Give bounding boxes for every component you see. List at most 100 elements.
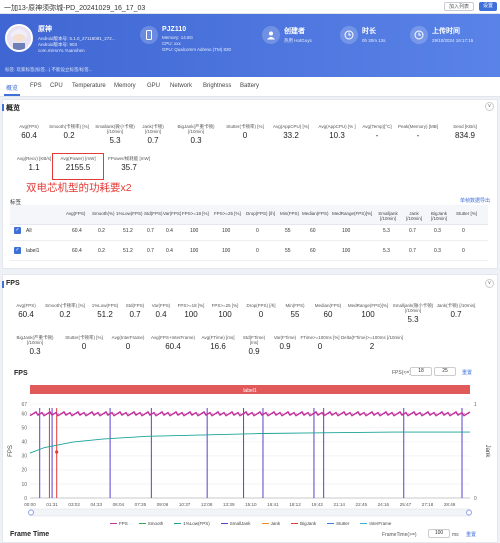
y2-tick-label: 0 bbox=[474, 496, 477, 502]
fps-stat: 1%Low(FPS) 51.2 bbox=[91, 303, 119, 319]
y-axis-label: FPS bbox=[8, 445, 14, 457]
cell: 0.7 bbox=[147, 228, 154, 234]
stat-smalljank: Smallank(微小卡顿) [/10min] 5.3 bbox=[95, 124, 135, 145]
x-tick-label: 15:10 bbox=[245, 502, 257, 507]
th-bigjank: BigJank [/10min] bbox=[430, 211, 447, 221]
settings-button[interactable]: 设置 bbox=[478, 2, 497, 11]
fps-stat: Smooth(卡顿率) [%] 0.2 bbox=[45, 303, 85, 319]
fps-stat: Var(FTime) 0.9 bbox=[273, 335, 297, 351]
th-smooth: Smooth(%) bbox=[92, 211, 115, 216]
chart-legend: FPS Smooth 1%Low(FPS) SmallJank Jank Big… bbox=[110, 520, 440, 527]
cell: 0.2 bbox=[98, 248, 105, 254]
range-handle-start[interactable] bbox=[28, 509, 34, 516]
frame-time-input[interactable]: 100 bbox=[428, 529, 450, 538]
annotation-box bbox=[52, 153, 104, 180]
fps-stat: Avg(FPS+InterFrame) 60.4 bbox=[150, 335, 196, 351]
fps-threshold-25[interactable]: 25 bbox=[434, 367, 456, 376]
cell: 0.7 bbox=[409, 248, 416, 254]
stat-bigjank: BigJank(严重卡顿) [/10min] 0.3 bbox=[177, 124, 215, 145]
fps-reset-link[interactable]: 重置 bbox=[462, 369, 472, 376]
fps-chart[interactable]: label1676050403020100FPS10Jank00:00 01:31… bbox=[0, 378, 500, 524]
fps-stat: FTime>=100ms [%] 0 bbox=[300, 335, 340, 351]
cell: 60.4 bbox=[72, 228, 82, 234]
table-row[interactable]: ✓ All 60.4 0.2 51.2 0.7 0.4 100 100 0 55… bbox=[10, 221, 488, 241]
legend-smalljank[interactable]: SmallJank bbox=[220, 520, 251, 527]
x-tick-label: 12:08 bbox=[201, 502, 213, 507]
table-row[interactable]: ✓ label1 60.4 0.2 51.2 0.7 0.4 100 100 0… bbox=[10, 241, 488, 261]
tab-battery[interactable]: Battery bbox=[240, 83, 259, 89]
tab-cpu[interactable]: CPU bbox=[50, 83, 63, 89]
cell: 0.3 bbox=[434, 228, 441, 234]
stat-smooth: Smooth(卡顿率) [%] 0.2 bbox=[49, 124, 89, 140]
x-tick-label: 27:18 bbox=[422, 502, 434, 507]
x-tick-label: 24:16 bbox=[378, 502, 390, 507]
x-tick-label: 07:35 bbox=[135, 502, 147, 507]
tab-memory[interactable]: Memory bbox=[114, 83, 136, 89]
range-handle-end[interactable] bbox=[466, 509, 472, 516]
legend-interframe[interactable]: InterFrame bbox=[360, 520, 391, 527]
tag-strip[interactable]: 标签: 玩家标签(标签...) 不能设立标签/标签... bbox=[5, 67, 93, 73]
x-tick-label: 06:04 bbox=[113, 502, 125, 507]
fps-stat: Stutter(卡顿率) [%] 0 bbox=[65, 335, 103, 351]
export-link[interactable]: 单帧数据导出 bbox=[460, 197, 490, 204]
fps-stat: Avg(FTime) [ms] 16.6 bbox=[201, 335, 235, 351]
y-tick-label: 50 bbox=[21, 426, 27, 432]
cell: 0.3 bbox=[434, 248, 441, 254]
legend-low[interactable]: 1%Low(FPS) bbox=[174, 520, 210, 527]
row-checkbox[interactable]: ✓ bbox=[14, 227, 21, 234]
x-tick-label: 16:41 bbox=[267, 502, 279, 507]
row-label: All bbox=[26, 228, 32, 234]
y-tick-label: 40 bbox=[21, 440, 27, 446]
y-tick-label: 30 bbox=[21, 454, 27, 460]
th-jank: Jank [/10min] bbox=[405, 211, 422, 221]
y-tick-label: 0 bbox=[24, 496, 27, 502]
legend-bigjank[interactable]: BigJank bbox=[291, 520, 316, 527]
th-stutter: Stutter [%] bbox=[456, 211, 478, 216]
frame-time-reset[interactable]: 重置 bbox=[466, 531, 476, 538]
cell: 0.4 bbox=[166, 248, 173, 254]
row-checkbox[interactable]: ✓ bbox=[14, 247, 21, 254]
row-label: label1 bbox=[26, 248, 40, 254]
device-model: PJZ110 bbox=[162, 26, 187, 33]
y2-tick-label: 1 bbox=[474, 402, 477, 408]
stat-recv: Avg(Recv) [KB/s] 1.1 bbox=[16, 156, 52, 172]
legend-fps[interactable]: FPS bbox=[110, 520, 128, 527]
cell: 60 bbox=[310, 228, 316, 234]
range-slider[interactable] bbox=[29, 508, 471, 517]
fps-stat: Min(FPS) 55 bbox=[285, 303, 305, 319]
y-tick-label: 20 bbox=[21, 468, 27, 474]
stat-memory: Peak(Memory) [MB] - bbox=[397, 124, 438, 140]
cell: 5.3 bbox=[383, 228, 390, 234]
app-info: 原神 Android版本号: 5.1.0_27118081_272... And… bbox=[38, 24, 115, 54]
tab-brightness[interactable]: Brightness bbox=[203, 83, 231, 89]
cell: 55 bbox=[285, 248, 291, 254]
tab-network[interactable]: Network bbox=[170, 83, 192, 89]
th-low: 1%Low(FPS) bbox=[116, 211, 143, 216]
fps-chart-title: FPS bbox=[14, 370, 28, 377]
tab-temperature[interactable]: Temperature bbox=[72, 83, 106, 89]
legend-jank[interactable]: Jank bbox=[261, 520, 280, 527]
stat-stutter: Stutter(卡顿率) [%] 0 bbox=[226, 124, 264, 140]
overview-collapse-button[interactable]: ∨ bbox=[485, 102, 494, 111]
x-tick-label: 03:02 bbox=[68, 502, 80, 507]
y-tick-label: 10 bbox=[21, 482, 27, 488]
legend-smooth[interactable]: Smooth bbox=[138, 520, 163, 527]
x-tick-label: 04:33 bbox=[91, 502, 103, 507]
tab-gpu[interactable]: GPU bbox=[147, 83, 160, 89]
stat-jank: Jank(卡顿) [/10min] 0.7 bbox=[142, 124, 164, 145]
tab-fps[interactable]: FPS bbox=[30, 83, 42, 89]
x-tick-label: 18:12 bbox=[289, 502, 301, 507]
upload-time: 29/10/2024 16:17:15 bbox=[432, 38, 474, 43]
tab-overview[interactable]: 概览 bbox=[3, 83, 21, 96]
fps-stat: Drop(FPS) [/h] 0 bbox=[246, 303, 276, 319]
annotation-text: 双电芯机型的功耗要x2 bbox=[26, 182, 132, 194]
cell: 0.2 bbox=[98, 228, 105, 234]
user-icon bbox=[262, 26, 280, 44]
legend-stutter[interactable]: Stutter bbox=[327, 520, 349, 527]
invite-button[interactable]: 加入列表 bbox=[443, 2, 474, 11]
upload-title: 上传时间 bbox=[432, 28, 460, 35]
cell: 100 bbox=[190, 248, 199, 254]
fps-collapse-button[interactable]: ∨ bbox=[485, 279, 494, 288]
fps-threshold-18[interactable]: 18 bbox=[410, 367, 432, 376]
x-tick-label: 28:49 bbox=[444, 502, 456, 507]
